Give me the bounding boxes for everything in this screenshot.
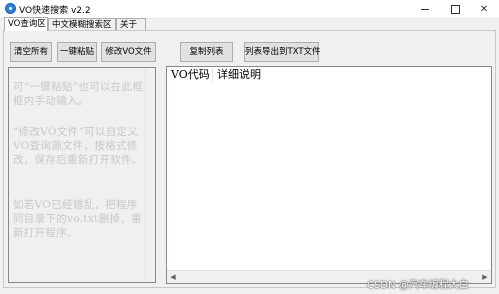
tab-about[interactable]: 关于: [116, 18, 146, 30]
app-icon: [5, 3, 16, 14]
scroll-left-icon[interactable]: ◀: [167, 271, 179, 283]
input-hint-reset: 如若VO已经错乱，把程序同目录下的vo.txt删掉，重新打开程序。: [13, 199, 142, 239]
vo-input-textarea[interactable]: 可“一键粘贴”也可以在此框框内手动输入。 “修改VO文件”可以自定义VO查询源文…: [8, 67, 156, 283]
title-bar: VO快速搜索 v2.2 ✕: [0, 0, 499, 19]
clear-all-button[interactable]: 清空所有: [10, 42, 52, 62]
input-scrollbar[interactable]: [145, 68, 155, 282]
close-button[interactable]: ✕: [469, 0, 499, 18]
column-header-description[interactable]: 详细说明: [217, 67, 261, 83]
tab-fuzzy-search[interactable]: 中文模糊搜索区: [48, 18, 116, 30]
column-header-vo-code[interactable]: VO代码: [171, 67, 210, 83]
watermark: CSDN @汽车编程大白: [367, 280, 469, 291]
minimize-button[interactable]: [410, 0, 440, 18]
export-list-txt-button[interactable]: 列表导出到TXT文件: [244, 42, 321, 62]
column-divider[interactable]: [212, 69, 213, 83]
input-hint-paste: 可“一键粘贴”也可以在此框框内手动输入。: [13, 81, 144, 107]
scroll-right-icon[interactable]: ▶: [479, 271, 491, 283]
maximize-button[interactable]: [440, 0, 470, 18]
close-icon: ✕: [479, 3, 489, 15]
maximize-icon: [450, 4, 460, 14]
tab-vo-query[interactable]: VO查询区: [4, 17, 48, 31]
copy-list-button[interactable]: 复制列表: [180, 42, 233, 62]
input-hint-edit-file: “修改VO文件”可以自定义VO查询源文件，按格式修改，保存后重新打开软件。: [13, 126, 143, 166]
edit-vo-file-button[interactable]: 修改VO文件: [101, 42, 156, 62]
one-click-paste-button[interactable]: 一键粘贴: [57, 42, 97, 62]
window-title: VO快速搜索 v2.2: [19, 6, 91, 16]
result-list[interactable]: VO代码 详细说明 ◀ ▶: [166, 66, 492, 284]
minimize-icon: [421, 8, 429, 10]
list-header: VO代码 详细说明: [167, 67, 491, 83]
